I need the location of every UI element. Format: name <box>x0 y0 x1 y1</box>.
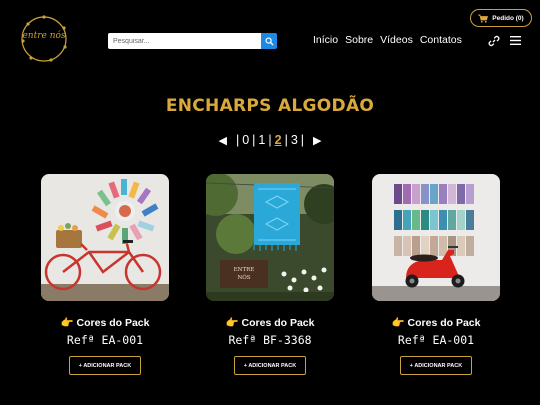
product-ref: Refª EA-001 <box>397 333 475 347</box>
product-ref: Refª EA-001 <box>66 333 144 347</box>
search-bar <box>108 33 277 49</box>
add-pack-button[interactable]: + ADICIONAR PACK <box>400 356 472 375</box>
link-icon[interactable] <box>488 35 500 47</box>
pagination: ◀ | 0 | 1 | 2 | 3 | ▶ <box>218 133 322 147</box>
search-input[interactable] <box>108 33 261 49</box>
svg-text:NÓS: NÓS <box>237 273 250 281</box>
product-card: 👉 Cores do Pack Refª EA-001 + ADICIONAR … <box>41 174 169 375</box>
page-2-current[interactable]: 2 <box>272 133 285 147</box>
cart-icon <box>478 14 489 23</box>
product-image-bicycle[interactable] <box>41 174 169 301</box>
product-caption: 👉 Cores do Pack <box>225 317 315 329</box>
order-cart-button[interactable]: Pedido (0) <box>470 9 532 27</box>
product-ref: Refª BF-3368 <box>228 333 312 347</box>
add-pack-button[interactable]: + ADICIONAR PACK <box>234 356 306 375</box>
page-1[interactable]: 1 <box>255 133 268 147</box>
next-page-icon[interactable]: ▶ <box>313 134 321 147</box>
nav-item-videos[interactable]: Vídeos <box>380 34 413 46</box>
main-nav: Início Sobre Vídeos Contatos <box>313 34 462 46</box>
menu-icon[interactable] <box>510 35 521 46</box>
product-card: 👉 Cores do Pack Refª EA-001 + ADICIONAR … <box>372 174 500 375</box>
nav-item-sobre[interactable]: Sobre <box>345 34 373 46</box>
search-button[interactable] <box>261 33 277 49</box>
product-card: ENTRE NÓS 👉 Cores do Pack Refª BF-3368 +… <box>194 172 344 375</box>
add-pack-button[interactable]: + ADICIONAR PACK <box>69 356 141 375</box>
product-image-scooter[interactable] <box>372 174 500 301</box>
order-label: Pedido (0) <box>492 14 524 22</box>
page-title: ENCHARPS ALGODÃO <box>165 96 375 116</box>
product-image-scarf-garden[interactable]: ENTRE NÓS <box>194 172 344 301</box>
nav-item-contatos[interactable]: Contatos <box>420 34 462 46</box>
product-caption: 👉 Cores do Pack <box>391 317 481 329</box>
nav-item-inicio[interactable]: Início <box>313 34 338 46</box>
page-0[interactable]: 0 <box>239 133 252 147</box>
product-caption: 👉 Cores do Pack <box>60 317 150 329</box>
brand-logo[interactable]: entre nós <box>18 14 70 64</box>
svg-text:ENTRE: ENTRE <box>234 267 255 273</box>
page-3[interactable]: 3 <box>288 133 301 147</box>
prev-page-icon[interactable]: ◀ <box>219 134 227 147</box>
search-icon <box>264 36 274 46</box>
logo-text: entre nós <box>22 30 65 41</box>
